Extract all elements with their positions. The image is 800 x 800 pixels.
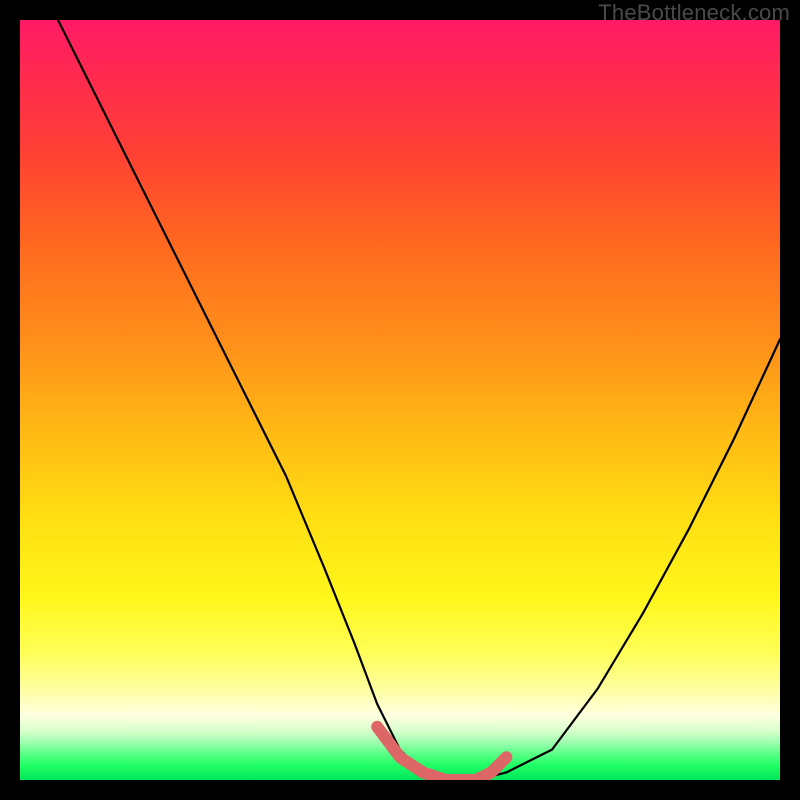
bottleneck-curve <box>58 20 780 780</box>
curve-layer <box>20 20 780 780</box>
chart-stage: TheBottleneck.com <box>0 0 800 800</box>
plot-area <box>20 20 780 780</box>
optimal-range-marker <box>377 727 506 780</box>
